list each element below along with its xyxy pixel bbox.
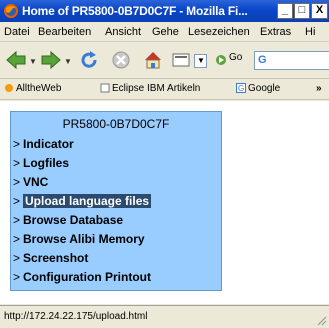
link-indicator[interactable]: > Indicator <box>13 137 74 151</box>
link-browse-alibi-memory[interactable]: > Browse Alibi Memory <box>13 232 145 246</box>
bookmark-alltheweb[interactable]: AlltheWeb <box>4 83 61 94</box>
link-logfiles[interactable]: > Logfiles <box>13 156 69 170</box>
menu-bar: Datei Bearbeiten Ansicht Gehe Lesezeiche… <box>0 23 329 42</box>
link-arrow: > <box>13 232 21 246</box>
close-button[interactable]: X <box>311 3 328 19</box>
bookmark-eclipse[interactable]: Eclipse IBM Artikeln <box>100 83 200 94</box>
link-vnc[interactable]: > VNC <box>13 175 48 189</box>
navigation-toolbar: ▼ ▼ ▼ Go G <box>0 43 329 79</box>
link-text: Upload language files <box>23 194 152 208</box>
link-text: Indicator <box>23 137 74 151</box>
back-arrow-icon[interactable] <box>5 49 27 71</box>
bookmark-label: AlltheWeb <box>16 83 62 94</box>
bookmark-label: Eclipse IBM Artikeln <box>112 83 201 94</box>
panel-title: PR5800-0B7D0C7F <box>62 117 170 131</box>
maximize-button[interactable]: □ <box>294 3 310 19</box>
link-browse-database[interactable]: > Browse Database <box>13 213 123 227</box>
window-titlebar[interactable]: Home of PR5800-0B7D0C7F - Mozilla Fi... … <box>0 0 329 22</box>
stop-icon[interactable] <box>110 49 132 71</box>
page-content: PR5800-0B7D0C7F > Indicator > Logfiles > VN… <box>0 101 329 304</box>
link-text: Configuration Printout <box>23 270 151 284</box>
link-arrow: > <box>13 175 21 189</box>
home-icon[interactable] <box>142 49 164 71</box>
status-bar: http://172.24.22.175/upload.html <box>0 305 329 328</box>
url-text: G <box>258 54 267 66</box>
menu-panel: PR5800-0B7D0C7F > Indicator > Logfiles > VN… <box>10 111 222 291</box>
link-text: Logfiles <box>23 156 70 170</box>
forward-dropdown-icon[interactable]: ▼ <box>64 57 72 66</box>
forward-arrow-icon[interactable] <box>40 49 62 71</box>
chevron-more-icon[interactable]: » <box>316 83 322 94</box>
url-field[interactable]: G <box>254 51 329 70</box>
alltheweb-icon <box>5 84 13 93</box>
menu-ansicht[interactable]: Ansicht <box>105 26 141 38</box>
link-arrow: > <box>13 194 21 208</box>
firefox-icon <box>4 4 18 18</box>
link-arrow: > <box>13 213 21 227</box>
bookmarks-toolbar: AlltheWeb Eclipse IBM Artikeln G Google … <box>0 80 329 100</box>
menu-gehe[interactable]: Gehe <box>152 26 179 38</box>
menu-extras[interactable]: Extras <box>260 26 291 38</box>
menu-bearbeiten[interactable]: Bearbeiten <box>38 26 91 38</box>
menu-hilfe[interactable]: Hi <box>305 26 315 38</box>
link-arrow: > <box>13 270 21 284</box>
status-text: http://172.24.22.175/upload.html <box>4 311 148 322</box>
menu-datei[interactable]: Datei <box>4 26 30 38</box>
bookmark-label: Google <box>248 83 281 94</box>
page-dropdown[interactable]: ▼ <box>194 54 207 68</box>
minimize-button[interactable]: _ <box>277 3 293 19</box>
link-screenshot[interactable]: > Screenshot <box>13 251 88 265</box>
go-icon[interactable] <box>215 54 227 66</box>
link-text: Browse Alibi Memory <box>23 232 145 246</box>
google-icon: G <box>236 83 246 94</box>
link-text: Browse Database <box>23 213 124 227</box>
link-arrow: > <box>13 251 21 265</box>
reload-icon[interactable] <box>78 49 100 71</box>
link-text: VNC <box>23 175 49 189</box>
link-text: Screenshot <box>23 251 89 265</box>
chevron-down-icon: ▼ <box>197 56 205 65</box>
menu-lesezeichen[interactable]: Lesezeichen <box>188 26 250 38</box>
svg-text:G: G <box>238 84 244 93</box>
resize-grip-icon[interactable] <box>315 314 327 326</box>
link-configuration-printout[interactable]: > Configuration Printout <box>13 270 151 284</box>
page-icon[interactable] <box>170 49 192 71</box>
go-button[interactable]: Go <box>229 52 242 63</box>
bookmark-google[interactable]: G Google <box>236 83 280 94</box>
link-upload-language-files[interactable]: > Upload language files <box>13 194 152 208</box>
link-arrow: > <box>13 137 21 151</box>
back-dropdown-icon[interactable]: ▼ <box>29 57 37 66</box>
page-icon <box>100 83 110 93</box>
window-title: Home of PR5800-0B7D0C7F - Mozilla Fi... <box>22 4 248 18</box>
link-arrow: > <box>13 156 21 170</box>
